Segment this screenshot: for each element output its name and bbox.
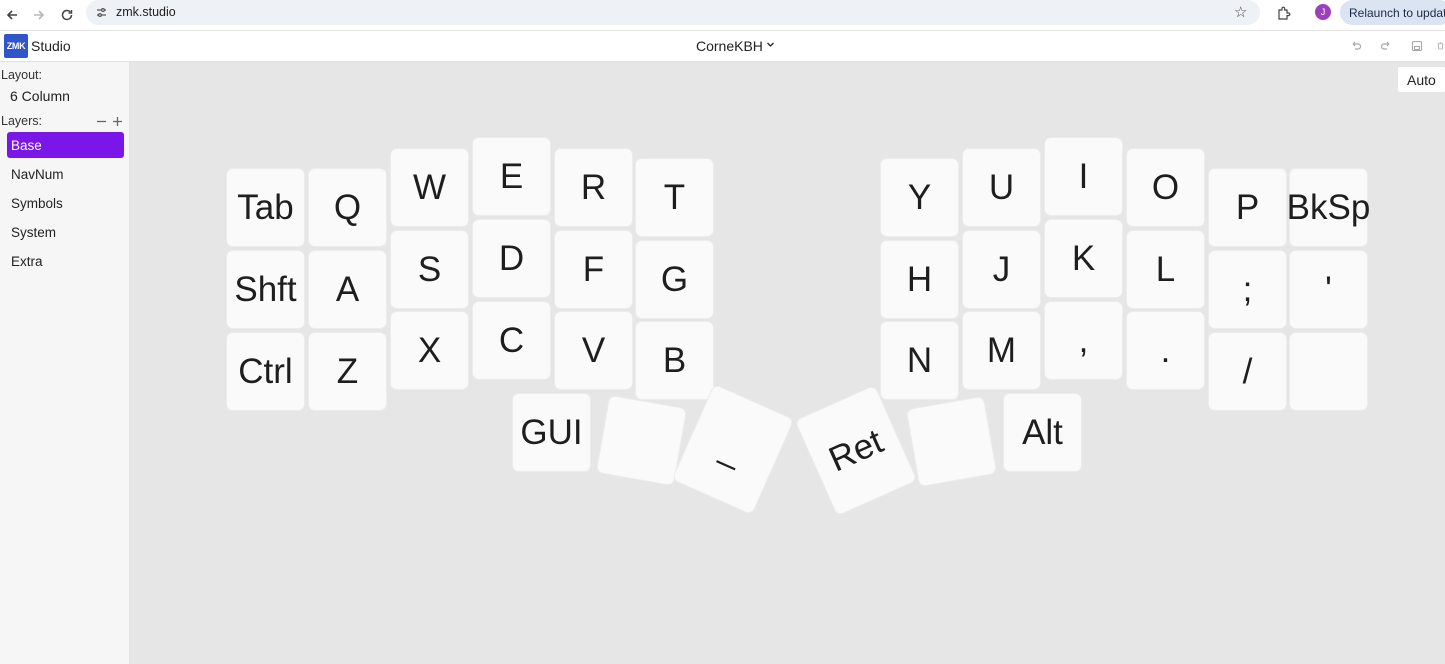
key[interactable]: [596, 395, 687, 486]
chevron-down-icon: [766, 40, 775, 52]
address-bar[interactable]: zmk.studio ☆: [86, 0, 1260, 25]
key[interactable]: S: [391, 231, 468, 308]
layout-heading: Layout:: [1, 68, 43, 82]
key[interactable]: /: [1209, 333, 1286, 410]
key[interactable]: R: [555, 149, 632, 226]
profile-avatar[interactable]: J: [1315, 4, 1331, 20]
bookmark-star-icon[interactable]: ☆: [1234, 3, 1247, 21]
key[interactable]: U: [963, 149, 1040, 226]
key[interactable]: W: [391, 149, 468, 226]
forward-arrow-icon[interactable]: [28, 4, 50, 26]
key[interactable]: Ctrl: [227, 333, 304, 410]
key[interactable]: .: [1127, 312, 1204, 389]
key[interactable]: Tab: [227, 169, 304, 246]
layout-selector[interactable]: 6 Column: [10, 88, 70, 104]
discard-icon[interactable]: [1436, 39, 1445, 53]
key[interactable]: L: [1127, 231, 1204, 308]
app-title: Studio: [31, 38, 71, 54]
key[interactable]: Q: [309, 169, 386, 246]
key[interactable]: K: [1045, 220, 1122, 297]
key[interactable]: GUI: [513, 394, 590, 471]
key[interactable]: J: [963, 231, 1040, 308]
key[interactable]: H: [881, 241, 958, 318]
key[interactable]: G: [636, 241, 713, 318]
redo-icon[interactable]: [1379, 39, 1393, 53]
reload-icon[interactable]: [56, 4, 78, 26]
url-text[interactable]: zmk.studio: [116, 5, 176, 19]
key[interactable]: BkSp: [1287, 169, 1370, 246]
browser-toolbar: zmk.studio ☆ J Relaunch to update: [0, 0, 1445, 31]
key[interactable]: B: [636, 322, 713, 399]
layers-heading: Layers:: [1, 114, 42, 128]
keyboard-name: CorneKBH: [696, 38, 763, 54]
key[interactable]: N: [881, 322, 958, 399]
undo-icon[interactable]: [1349, 39, 1363, 53]
app-header: ZMK Studio CorneKBH: [0, 31, 1445, 62]
key[interactable]: X: [391, 312, 468, 389]
auto-layout-button[interactable]: Auto: [1398, 67, 1445, 92]
key[interactable]: [1290, 333, 1367, 410]
relaunch-button[interactable]: Relaunch to update: [1340, 0, 1445, 25]
key[interactable]: ,: [1045, 302, 1122, 379]
key[interactable]: F: [555, 231, 632, 308]
layer-item-system[interactable]: System: [7, 219, 124, 245]
key[interactable]: Z: [309, 333, 386, 410]
key[interactable]: ;: [1209, 251, 1286, 328]
extensions-icon[interactable]: [1274, 4, 1292, 22]
key[interactable]: ': [1290, 251, 1367, 328]
layer-item-extra[interactable]: Extra: [7, 248, 124, 274]
remove-layer-icon[interactable]: [96, 115, 107, 130]
keyboard-selector[interactable]: CorneKBH: [696, 38, 775, 54]
layer-item-base[interactable]: Base: [7, 132, 124, 158]
sidebar: Layout: 6 Column Layers: Base NavNum Sym…: [0, 62, 130, 664]
key[interactable]: V: [555, 312, 632, 389]
key[interactable]: Y: [881, 159, 958, 236]
key[interactable]: P: [1209, 169, 1286, 246]
key[interactable]: D: [473, 220, 550, 297]
key[interactable]: [906, 396, 997, 487]
key[interactable]: E: [473, 138, 550, 215]
key[interactable]: A: [309, 251, 386, 328]
layer-item-symbols[interactable]: Symbols: [7, 190, 124, 216]
key[interactable]: Alt: [1004, 394, 1081, 471]
key[interactable]: _: [672, 384, 794, 515]
back-arrow-icon[interactable]: [1, 4, 23, 26]
key[interactable]: C: [473, 302, 550, 379]
key[interactable]: T: [636, 159, 713, 236]
save-icon[interactable]: [1410, 39, 1424, 53]
add-layer-icon[interactable]: [112, 115, 123, 130]
zmk-logo: ZMK: [4, 34, 28, 58]
key[interactable]: Shft: [227, 251, 304, 328]
site-settings-icon[interactable]: [94, 5, 108, 19]
key[interactable]: Ret: [795, 385, 917, 516]
layer-item-navnum[interactable]: NavNum: [7, 161, 124, 187]
key[interactable]: I: [1045, 138, 1122, 215]
key[interactable]: M: [963, 312, 1040, 389]
key[interactable]: O: [1127, 149, 1204, 226]
